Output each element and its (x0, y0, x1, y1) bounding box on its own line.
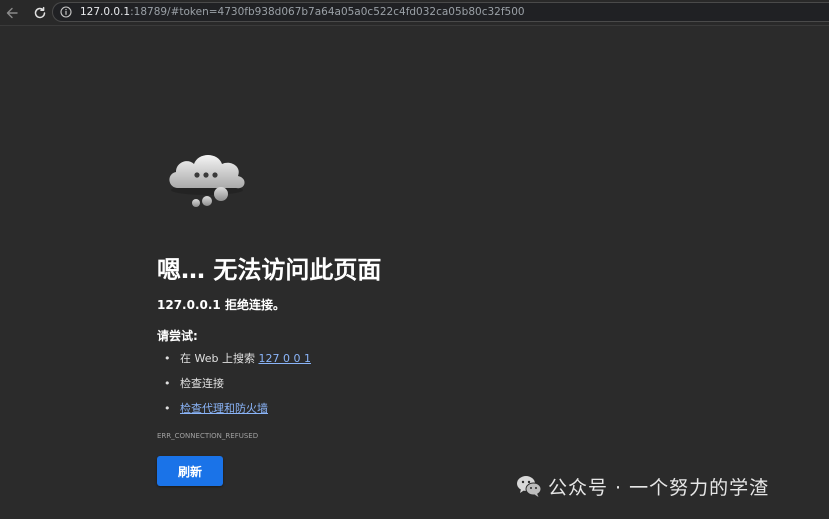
url-text: 127.0.0.1:18789/#token=4730fb938d067b7a6… (80, 4, 525, 21)
url-path: :18789/#token=4730fb938d067b7a64a05a0c52… (130, 6, 525, 18)
watermark-text: 公众号 · 一个努力的学渣 (548, 476, 770, 499)
arrow-left-icon (6, 7, 18, 19)
refused-message: 127.0.0.1 拒绝连接。 (157, 296, 285, 313)
search-web-link[interactable]: 127 0 0 1 (258, 352, 310, 365)
list-item: • 检查代理和防火墙 (164, 399, 311, 424)
suggestion-list: • 在 Web 上搜索 127 0 0 1 • 检查连接 • 检查代理和防火墙 (164, 349, 311, 424)
bullet: • (164, 402, 171, 415)
browser-toolbar: 127.0.0.1:18789/#token=4730fb938d067b7a6… (0, 0, 829, 26)
list-item: • 在 Web 上搜索 127 0 0 1 (164, 349, 311, 374)
url-host: 127.0.0.1 (80, 6, 131, 18)
refused-host: 127.0.0.1 (157, 298, 221, 312)
check-proxy-firewall-link[interactable]: 检查代理和防火墙 (180, 402, 268, 415)
refresh-button[interactable]: 刷新 (157, 456, 223, 486)
bullet: • (164, 352, 171, 365)
reload-icon (34, 6, 46, 19)
info-circle-icon[interactable] (60, 6, 72, 18)
reload-button[interactable] (30, 3, 50, 23)
watermark: 公众号 · 一个努力的学渣 (516, 474, 770, 499)
page-title: 嗯… 无法访问此页面 (157, 256, 382, 284)
list-item: • 检查连接 (164, 374, 311, 399)
wechat-logo-icon (517, 476, 542, 497)
suggestion-text: 在 Web 上搜索 (180, 352, 259, 365)
suggestion-text: 检查连接 (180, 377, 224, 390)
refused-text: 拒绝连接。 (220, 298, 285, 312)
error-page: 嗯… 无法访问此页面 127.0.0.1 拒绝连接。 请尝试: • 在 Web … (0, 26, 829, 519)
cloud-with-dots-icon (169, 155, 245, 207)
try-heading: 请尝试: (157, 329, 198, 343)
error-code: ERR_CONNECTION_REFUSED (157, 432, 259, 440)
back-button[interactable] (2, 3, 22, 23)
address-bar[interactable]: 127.0.0.1:18789/#token=4730fb938d067b7a6… (52, 2, 829, 22)
bullet: • (164, 377, 171, 390)
